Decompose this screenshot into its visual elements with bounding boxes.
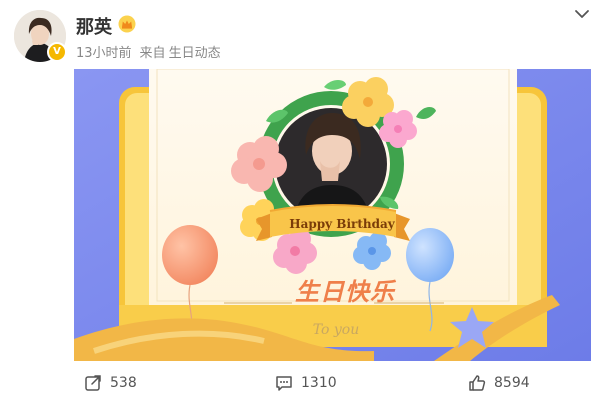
comment-count: 1310 xyxy=(301,375,337,391)
comment-icon xyxy=(276,376,292,391)
birthday-card-image[interactable]: Happy Birthday 生日快乐 To you xyxy=(74,69,591,361)
author-name[interactable]: 那英 xyxy=(76,13,112,39)
like-count: 8594 xyxy=(494,375,530,391)
comment-button[interactable]: 1310 xyxy=(275,374,337,392)
chevron-down-icon[interactable] xyxy=(574,8,590,20)
birthday-card-illustration xyxy=(74,69,591,361)
card-sign-off: To you xyxy=(312,322,360,338)
weibo-post: V 那英 13小时前 来自 生日动态 Happy Birthday 生日快乐 T… xyxy=(0,0,600,402)
crown-icon xyxy=(118,15,136,33)
card-chinese-title: 生日快乐 xyxy=(295,278,395,306)
repost-button[interactable]: 538 xyxy=(84,374,137,392)
like-button[interactable]: 8594 xyxy=(468,374,530,392)
post-time[interactable]: 13小时前 xyxy=(76,46,132,61)
share-icon xyxy=(85,375,101,391)
repost-count: 538 xyxy=(110,375,137,391)
post-source[interactable]: 生日动态 xyxy=(169,46,221,61)
card-greeting: Happy Birthday xyxy=(289,217,395,231)
verified-badge-icon: V xyxy=(47,42,67,62)
source-prefix: 来自 xyxy=(139,46,166,61)
avatar[interactable]: V xyxy=(14,10,67,62)
thumbs-up-icon xyxy=(469,375,486,391)
action-bar: 538 1310 8594 xyxy=(0,364,600,402)
post-meta: 13小时前 来自 生日动态 xyxy=(76,42,225,61)
